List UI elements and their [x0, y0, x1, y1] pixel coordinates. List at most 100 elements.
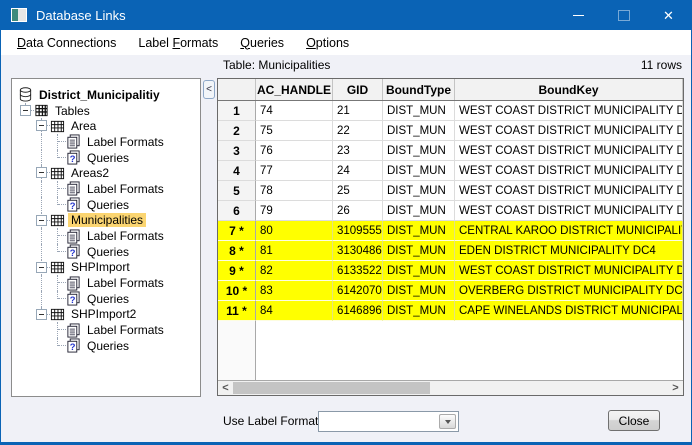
- tree-node-label[interactable]: Tables: [52, 104, 93, 118]
- table-row[interactable]: 11 *846146896DIST_MUNCAPE WINELANDS DIST…: [218, 301, 683, 321]
- cell-gid[interactable]: 22: [333, 121, 383, 141]
- cell-ac-handle[interactable]: 75: [256, 121, 333, 141]
- table-row[interactable]: 8 *813130486DIST_MUNEDEN DISTRICT MUNICI…: [218, 241, 683, 261]
- table-row[interactable]: 47724DIST_MUNWEST COAST DISTRICT MUNICIP…: [218, 161, 683, 181]
- tree-node-district-municipalitiy[interactable]: District_Municipalitiy: [12, 87, 200, 103]
- collapse-minus-icon[interactable]: [36, 215, 47, 226]
- cell-boundtype[interactable]: DIST_MUN: [383, 281, 455, 301]
- tree-node-area[interactable]: Area: [12, 118, 200, 134]
- menu-item-label-formats[interactable]: Label Formats: [130, 32, 226, 54]
- cell-boundkey[interactable]: WEST COAST DISTRICT MUNICIPALITY DC1: [455, 181, 683, 201]
- minimize-button[interactable]: [556, 0, 601, 30]
- table-row[interactable]: 67926DIST_MUNWEST COAST DISTRICT MUNICIP…: [218, 201, 683, 221]
- tree-node-label[interactable]: SHPImport: [68, 260, 133, 274]
- tree-node-shpimport2[interactable]: SHPImport2: [12, 307, 200, 323]
- column-header-gid[interactable]: GID: [333, 79, 383, 100]
- cell-ac-handle[interactable]: 84: [256, 301, 333, 321]
- tree-node-label[interactable]: District_Municipalitiy: [36, 88, 163, 102]
- cell-gid[interactable]: 3109555: [333, 221, 383, 241]
- cell-ac-handle[interactable]: 76: [256, 141, 333, 161]
- cell-ac-handle[interactable]: 74: [256, 101, 333, 121]
- tree-node-label-formats[interactable]: Label Formats: [12, 134, 200, 150]
- table-row[interactable]: 10 *836142070DIST_MUNOVERBERG DISTRICT M…: [218, 281, 683, 301]
- column-header-boundkey[interactable]: BoundKey: [455, 79, 683, 100]
- horizontal-scrollbar[interactable]: < >: [218, 380, 683, 395]
- cell-ac-handle[interactable]: 81: [256, 241, 333, 261]
- row-number-cell[interactable]: 11 *: [218, 301, 256, 321]
- tree-node-label-formats[interactable]: Label Formats: [12, 275, 200, 291]
- cell-gid[interactable]: 23: [333, 141, 383, 161]
- tree-node-municipalities[interactable]: Municipalities: [12, 213, 200, 229]
- cell-gid[interactable]: 24: [333, 161, 383, 181]
- tree-node-label-formats[interactable]: Label Formats: [12, 228, 200, 244]
- column-header-boundtype[interactable]: BoundType: [383, 79, 455, 100]
- cell-boundkey[interactable]: WEST COAST DISTRICT MUNICIPALITY DC1: [455, 161, 683, 181]
- table-row[interactable]: 37623DIST_MUNWEST COAST DISTRICT MUNICIP…: [218, 141, 683, 161]
- tree-node-label-formats[interactable]: Label Formats: [12, 322, 200, 338]
- row-number-cell[interactable]: 1: [218, 101, 256, 121]
- cell-gid[interactable]: 26: [333, 201, 383, 221]
- tree-node-queries[interactable]: ?Queries: [12, 150, 200, 166]
- collapse-minus-icon[interactable]: [36, 120, 47, 131]
- cell-boundtype[interactable]: DIST_MUN: [383, 221, 455, 241]
- column-header-ac-handle[interactable]: AC_HANDLE: [256, 79, 333, 100]
- cell-boundkey[interactable]: WEST COAST DISTRICT MUNICIPALITY DC1: [455, 101, 683, 121]
- collapse-minus-icon[interactable]: [36, 309, 47, 320]
- row-number-cell[interactable]: 7 *: [218, 221, 256, 241]
- cell-ac-handle[interactable]: 82: [256, 261, 333, 281]
- row-number-cell[interactable]: 8 *: [218, 241, 256, 261]
- tree-node-areas2[interactable]: Areas2: [12, 165, 200, 181]
- collapse-minus-icon[interactable]: [36, 167, 47, 178]
- cell-ac-handle[interactable]: 79: [256, 201, 333, 221]
- collapse-minus-icon[interactable]: [36, 262, 47, 273]
- tree-node-tables[interactable]: Tables: [12, 103, 200, 119]
- menu-item-queries[interactable]: Queries: [232, 32, 292, 54]
- cell-ac-handle[interactable]: 80: [256, 221, 333, 241]
- label-format-combobox[interactable]: [318, 411, 459, 432]
- cell-gid[interactable]: 3130486: [333, 241, 383, 261]
- cell-gid[interactable]: 21: [333, 101, 383, 121]
- cell-gid[interactable]: 6133522: [333, 261, 383, 281]
- cell-boundkey[interactable]: WEST COAST DISTRICT MUNICIPALITY DC1: [455, 201, 683, 221]
- scroll-left-icon[interactable]: <: [218, 381, 233, 395]
- row-number-cell[interactable]: 4: [218, 161, 256, 181]
- row-number-cell[interactable]: 3: [218, 141, 256, 161]
- tree-node-label[interactable]: Areas2: [68, 166, 112, 180]
- tree-node-label[interactable]: Queries: [84, 245, 132, 259]
- cell-ac-handle[interactable]: 78: [256, 181, 333, 201]
- cell-boundkey[interactable]: WEST COAST DISTRICT MUNICIPALITY DC1: [455, 121, 683, 141]
- tree-node-label[interactable]: Queries: [84, 198, 132, 212]
- tree-node-queries[interactable]: ?Queries: [12, 338, 200, 354]
- cell-ac-handle[interactable]: 83: [256, 281, 333, 301]
- tree-node-queries[interactable]: ?Queries: [12, 244, 200, 260]
- table-row[interactable]: 57825DIST_MUNWEST COAST DISTRICT MUNICIP…: [218, 181, 683, 201]
- tree-node-label[interactable]: Area: [68, 119, 99, 133]
- table-row[interactable]: 7 *803109555DIST_MUNCENTRAL KAROO DISTRI…: [218, 221, 683, 241]
- cell-boundtype[interactable]: DIST_MUN: [383, 181, 455, 201]
- cell-boundtype[interactable]: DIST_MUN: [383, 301, 455, 321]
- tree-node-label[interactable]: Label Formats: [84, 323, 167, 337]
- table-row[interactable]: 27522DIST_MUNWEST COAST DISTRICT MUNICIP…: [218, 121, 683, 141]
- tree-node-label[interactable]: Label Formats: [84, 182, 167, 196]
- row-number-cell[interactable]: 2: [218, 121, 256, 141]
- cell-boundtype[interactable]: DIST_MUN: [383, 121, 455, 141]
- cell-boundkey[interactable]: CAPE WINELANDS DISTRICT MUNICIPALITY D: [455, 301, 683, 321]
- combobox-dropdown-button[interactable]: [439, 414, 456, 429]
- row-number-cell[interactable]: 6: [218, 201, 256, 221]
- cell-gid[interactable]: 6142070: [333, 281, 383, 301]
- tree-node-queries[interactable]: ?Queries: [12, 291, 200, 307]
- tree-node-label-formats[interactable]: Label Formats: [12, 181, 200, 197]
- scrollbar-thumb[interactable]: [233, 382, 430, 394]
- row-number-cell[interactable]: 9 *: [218, 261, 256, 281]
- scroll-right-icon[interactable]: >: [668, 381, 683, 395]
- column-header-rownum[interactable]: [218, 79, 256, 100]
- maximize-button[interactable]: [601, 0, 646, 30]
- menu-item-options[interactable]: Options: [298, 32, 357, 54]
- cell-boundkey[interactable]: EDEN DISTRICT MUNICIPALITY DC4: [455, 241, 683, 261]
- cell-boundkey[interactable]: OVERBERG DISTRICT MUNICIPALITY DC3: [455, 281, 683, 301]
- tree-node-label[interactable]: Label Formats: [84, 135, 167, 149]
- cell-boundkey[interactable]: CENTRAL KAROO DISTRICT MUNICIPALITY DC: [455, 221, 683, 241]
- cell-boundtype[interactable]: DIST_MUN: [383, 101, 455, 121]
- row-number-cell[interactable]: 5: [218, 181, 256, 201]
- row-number-cell[interactable]: 10 *: [218, 281, 256, 301]
